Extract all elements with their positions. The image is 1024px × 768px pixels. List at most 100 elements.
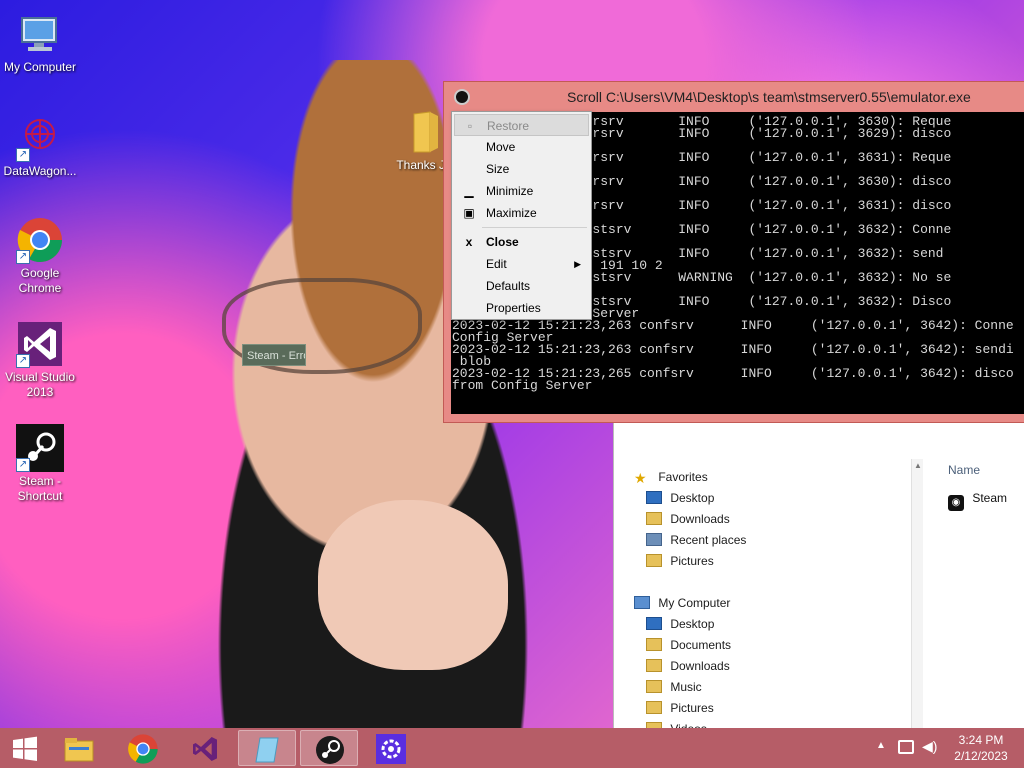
folder-icon xyxy=(400,108,448,156)
menu-item-size[interactable]: Size xyxy=(454,158,589,180)
menu-label: Edit xyxy=(486,257,507,271)
desktop-icon-label: Visual Studio 2013 xyxy=(5,370,75,399)
clock-date: 2/12/2023 xyxy=(954,749,1008,763)
documents-folder-icon xyxy=(646,638,662,651)
desktop-icon-label: Google Chrome xyxy=(18,266,62,295)
nav-label: Downloads xyxy=(670,659,730,673)
menu-item-move[interactable]: Move xyxy=(454,136,589,158)
menu-item-close[interactable]: x Close xyxy=(454,231,589,253)
shortcut-arrow-icon: ↗ xyxy=(16,148,30,162)
console-app-icon[interactable] xyxy=(454,89,470,105)
volume-icon[interactable]: ◀) xyxy=(922,738,937,755)
column-header-name[interactable]: Name xyxy=(948,463,980,477)
nav-label: Pictures xyxy=(670,701,714,715)
menu-label: Properties xyxy=(486,301,541,315)
desktop-icon-my-computer[interactable]: My Computer xyxy=(0,10,80,75)
nav-computer-downloads[interactable]: Downloads xyxy=(646,656,730,677)
desktop-icon-google-chrome[interactable]: ↗ Google Chrome xyxy=(0,216,80,296)
desktop-icon-datawagon[interactable]: ↗ DataWagon... xyxy=(0,114,80,179)
navigation-scrollbar[interactable]: ▲ xyxy=(911,459,923,730)
nav-favorites[interactable]: ★ Favorites xyxy=(634,467,708,488)
nav-label: Favorites xyxy=(658,470,708,484)
taskbar-chrome[interactable] xyxy=(114,730,172,766)
navigation-pane: ★ Favorites Desktop Downloads Recent pla… xyxy=(614,459,914,730)
network-icon[interactable] xyxy=(898,740,914,754)
chrome-icon xyxy=(128,734,158,764)
nav-computer-pictures[interactable]: Pictures xyxy=(646,698,714,719)
clock-time: 3:24 PM xyxy=(958,733,1004,747)
steam-icon: ◉ xyxy=(948,495,964,511)
desktop-icon xyxy=(646,617,662,630)
music-folder-icon xyxy=(646,680,662,693)
shortcut-arrow-icon: ↗ xyxy=(16,354,30,368)
steam-icon xyxy=(316,736,344,764)
minimize-icon: ▁ xyxy=(464,184,474,198)
menu-item-defaults[interactable]: Defaults xyxy=(454,275,589,297)
menu-item-maximize[interactable]: ▣ Maximize xyxy=(454,202,589,224)
clock[interactable]: 3:24 PM 2/12/2023 xyxy=(946,732,1016,764)
menu-item-minimize[interactable]: ▁ Minimize xyxy=(454,180,589,202)
desktop-icon xyxy=(646,491,662,504)
nav-my-computer[interactable]: My Computer xyxy=(634,593,730,614)
menu-item-restore[interactable]: ▫ Restore xyxy=(454,114,589,136)
gear-icon xyxy=(376,734,406,764)
menu-label: Defaults xyxy=(486,279,531,293)
shortcut-arrow-icon: ↗ xyxy=(16,250,30,264)
downloads-folder-icon xyxy=(646,659,662,672)
submenu-arrow-icon: ▶ xyxy=(574,259,581,269)
folder-icon xyxy=(64,738,94,762)
menu-label: Restore xyxy=(487,119,530,133)
pictures-folder-icon xyxy=(646,554,662,567)
datawagon-icon: ↗ xyxy=(16,114,64,162)
taskbar-steam[interactable] xyxy=(300,730,358,766)
steam-icon: ↗ xyxy=(16,424,64,472)
file-item-steam[interactable]: ◉ Steam xyxy=(948,491,1007,511)
visual-studio-icon xyxy=(193,737,217,761)
menu-separator xyxy=(482,227,587,228)
restore-icon: ▫ xyxy=(467,119,473,133)
menu-label: Minimize xyxy=(486,184,534,198)
nav-computer-desktop[interactable]: Desktop xyxy=(646,614,714,635)
star-icon: ★ xyxy=(634,470,647,486)
nav-favorites-pictures[interactable]: Pictures xyxy=(646,551,714,572)
menu-label: Size xyxy=(486,162,510,176)
console-line: 2023-02-12 15:21:23,263 confsrv INFO ('1… xyxy=(452,342,1014,357)
taskbar-settings-app[interactable] xyxy=(362,730,420,766)
nav-label: Documents xyxy=(670,638,732,652)
taskbar-file-explorer[interactable] xyxy=(50,730,108,766)
nav-label: Downloads xyxy=(670,512,730,526)
menu-item-properties[interactable]: Properties xyxy=(454,297,589,319)
scroll-up-icon[interactable]: ▲ xyxy=(914,461,922,470)
console-line: from Config Server xyxy=(452,378,593,393)
pictures-folder-icon xyxy=(646,701,662,714)
desktop-icon-label: My Computer xyxy=(3,60,77,74)
menu-item-edit[interactable]: Edit ▶ xyxy=(454,253,589,275)
console-title: Scroll C:\Users\VM4\Desktop\s team\stmse… xyxy=(567,89,971,105)
downloads-folder-icon xyxy=(646,512,662,525)
windows-logo-icon xyxy=(13,736,37,761)
nav-favorites-desktop[interactable]: Desktop xyxy=(646,488,714,509)
taskbar-visual-studio[interactable] xyxy=(176,730,234,766)
tray-overflow-icon[interactable]: ▲ xyxy=(876,740,886,751)
nav-label: My Computer xyxy=(658,596,731,610)
menu-label: Maximize xyxy=(486,206,537,220)
desktop-icon-label: Steam - Shortcut xyxy=(17,474,63,503)
visual-studio-icon: ↗ xyxy=(16,320,64,368)
desktop-icon-label: DataWagon... xyxy=(3,164,77,178)
desktop-icon-steam-shortcut[interactable]: ↗ Steam - Shortcut xyxy=(0,424,80,504)
menu-label: Close xyxy=(486,235,519,249)
console-title-bar[interactable]: Scroll C:\Users\VM4\Desktop\s team\stmse… xyxy=(444,82,1024,112)
desktop-icon-visual-studio[interactable]: ↗ Visual Studio 2013 xyxy=(0,320,80,400)
nav-label: Desktop xyxy=(670,491,715,505)
nav-computer-documents[interactable]: Documents xyxy=(646,635,731,656)
nav-favorites-recent[interactable]: Recent places xyxy=(646,530,746,551)
file-label: Steam xyxy=(972,491,1008,505)
notepad-icon xyxy=(255,737,279,763)
nav-favorites-downloads[interactable]: Downloads xyxy=(646,509,730,530)
nav-computer-music[interactable]: Music xyxy=(646,677,702,698)
recent-places-icon xyxy=(646,533,662,546)
taskbar-notepad[interactable] xyxy=(238,730,296,766)
start-button[interactable] xyxy=(0,730,50,766)
taskbar: ▲ ◀) 3:24 PM 2/12/2023 xyxy=(0,728,1024,768)
nav-label: Pictures xyxy=(670,554,714,568)
